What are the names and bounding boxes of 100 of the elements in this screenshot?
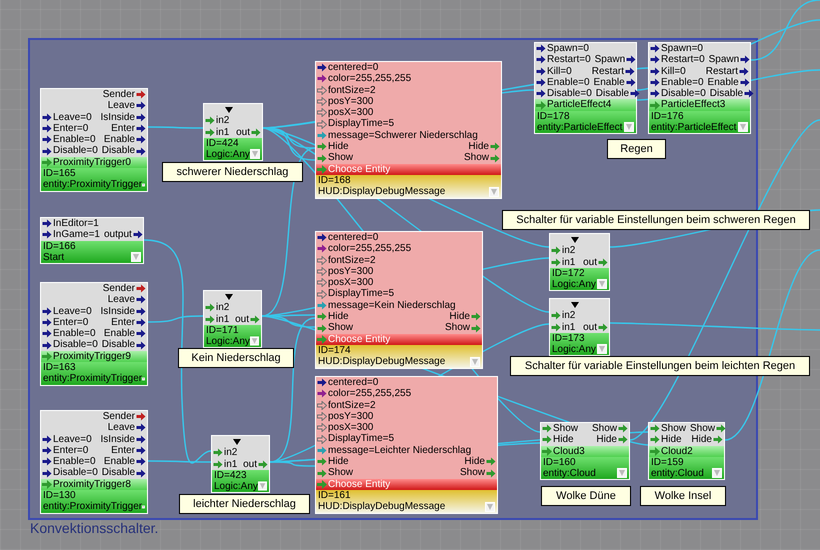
port-arrow-icon[interactable] xyxy=(630,89,640,98)
flow-node[interactable]: InEditor=1 InGame=1 output ID=166 Start xyxy=(40,217,144,264)
port-label: out xyxy=(243,458,257,470)
entity-row[interactable]: ProximityTrigger8 xyxy=(41,478,147,490)
triangle-icon[interactable] xyxy=(233,438,241,445)
collapse-icon[interactable] xyxy=(597,279,607,290)
node-id: ID=423 xyxy=(214,470,248,482)
entity-row[interactable]: Choose Entity xyxy=(316,334,482,345)
port-arrow-icon[interactable] xyxy=(136,468,146,478)
comment-box[interactable]: Schalter für variable Einstellungen beim leichten Regen xyxy=(510,356,810,376)
flow-node[interactable]: centered=0 color=255,255,255 fontSize=2 posY=300 posX=300 DisplayTime=5 message=Leichter Niederschlag Hide Hide Show Show Choose Entity ID=161 HUD:DisplayDebugMessage xyxy=(315,376,498,514)
flow-node[interactable]: centered=0 color=255,255,255 fontSize=2 posY=300 posX=300 DisplayTime=5 message=Kein Niederschlag Hide Hide Show Show Choose Entity ID=174 HUD:DisplayDebugMessage xyxy=(315,231,483,369)
triangle-icon[interactable] xyxy=(225,294,233,300)
collapse-icon[interactable] xyxy=(131,252,141,262)
port-label: IsInside xyxy=(100,112,135,123)
flow-node[interactable]: centered=0 color=255,255,255 fontSize=2 posY=300 posX=300 DisplayTime=5 message=Schwerer Niederschlag Hide Hide Show Show Choose Entity ID=168 HUD:DisplayDebugMessage xyxy=(315,61,502,199)
port-label: Enable=0 xyxy=(547,76,590,88)
comment-box[interactable]: Wolke Insel xyxy=(640,486,726,506)
port-label: Disable=0 xyxy=(661,88,706,100)
port-arrow-icon[interactable] xyxy=(740,78,750,88)
entity-name: Cloud2 xyxy=(661,446,693,457)
comment-box[interactable]: Kein Niederschlag xyxy=(178,348,294,368)
flow-node[interactable]: in2 in1 out ID=172 Logic:Any xyxy=(549,233,610,292)
entity-row[interactable]: Choose Entity xyxy=(316,478,497,490)
entity-row[interactable]: Choose Entity xyxy=(316,164,501,175)
entity-row[interactable]: Cloud3 xyxy=(541,446,629,457)
collapse-icon[interactable] xyxy=(250,336,259,346)
collapse-icon[interactable] xyxy=(485,502,495,512)
flow-node[interactable]: Sender Leave Leave=0 IsInside Enter=0 Enter Enable=0 Enable Disable=0 Disable ProximityTrigger8 ID=130 entity:ProximityTrigger xyxy=(40,410,148,514)
port-label: Leave xyxy=(108,422,135,434)
port-label: Restart=0 xyxy=(547,54,591,66)
port-label: posX=300 xyxy=(328,107,374,118)
comment-box[interactable]: Wolke Düne xyxy=(541,486,631,506)
flow-node[interactable]: in2 in1 out ID=171 Logic:Any xyxy=(203,290,262,348)
port-label: Kill=0 xyxy=(547,66,572,77)
port-label: in2 xyxy=(216,115,230,127)
flow-node[interactable]: Show Show Hide Hide Cloud3 ID=160 entity:Cloud xyxy=(540,422,630,480)
port-arrow-icon[interactable] xyxy=(132,230,143,240)
comment-box[interactable]: leichter Niederschlag xyxy=(179,494,310,514)
port-label: posY=300 xyxy=(328,266,374,278)
flow-node[interactable]: in2 in1 out ID=424 Logic:Any xyxy=(203,103,263,162)
entity-name: Choose Entity xyxy=(328,164,390,175)
flow-node[interactable]: in2 in1 out ID=173 Logic:Any xyxy=(549,298,610,356)
port-label: message=Schwerer Niederschlag xyxy=(328,130,478,142)
entity-row[interactable]: ProximityTrigger0 xyxy=(41,156,147,168)
port-label: message=Kein Niederschlag xyxy=(328,300,456,312)
port-arrow-icon[interactable] xyxy=(626,78,636,88)
port-arrow-icon[interactable] xyxy=(626,55,636,64)
flow-node[interactable]: Spawn=0 Restart=0 Spawn Kill=0 Restart Enable=0 Enable Disable=0 Disable ParticleEffect3 ID=176 entity:ParticleEffect xyxy=(648,42,751,134)
collapse-icon[interactable] xyxy=(258,481,267,492)
flow-node[interactable]: in2 in1 out ID=423 Logic:Any xyxy=(211,435,270,494)
port-label: Enable xyxy=(708,76,739,88)
collapse-icon[interactable] xyxy=(250,149,260,160)
triangle-icon[interactable] xyxy=(571,236,579,243)
collapse-icon[interactable] xyxy=(489,186,499,197)
collapse-icon[interactable] xyxy=(597,344,607,354)
entity-row[interactable]: ParticleEffect3 xyxy=(649,99,750,111)
collapse-icon[interactable] xyxy=(624,122,634,132)
port-label: Sender xyxy=(102,411,135,422)
comment-box[interactable]: schwerer Niederschlag xyxy=(162,162,303,182)
comment-box[interactable]: Regen xyxy=(607,139,666,159)
port-label: Enable=0 xyxy=(53,328,96,340)
entity-name: ProximityTrigger9 xyxy=(53,350,131,362)
node-type: Start xyxy=(43,252,66,264)
port-label: Spawn=0 xyxy=(661,43,703,54)
port-arrow-icon[interactable] xyxy=(136,146,146,156)
entity-row[interactable]: Cloud2 xyxy=(649,446,724,457)
port-arrow-icon[interactable] xyxy=(136,340,146,350)
port-label: Hide xyxy=(328,456,349,468)
port-label: DisplayTime=5 xyxy=(328,433,394,445)
port-arrow-icon[interactable] xyxy=(739,66,749,76)
connection-line xyxy=(148,126,203,129)
triangle-icon[interactable] xyxy=(225,106,233,113)
node-type: HUD:DisplayDebugMessage xyxy=(318,501,446,513)
entity-name: Choose Entity xyxy=(328,478,390,490)
port-label: Leave=0 xyxy=(53,112,92,123)
port-label: Disable xyxy=(596,88,630,100)
flow-node[interactable]: Spawn=0 Restart=0 Spawn Kill=0 Restart Enable=0 Enable Disable=0 Disable ParticleEffect4 ID=178 entity:ParticleEffect xyxy=(534,42,637,134)
entity-row[interactable]: ParticleEffect4 xyxy=(535,99,636,111)
collapse-icon[interactable] xyxy=(738,122,748,132)
triangle-icon[interactable] xyxy=(571,302,579,308)
entity-row[interactable]: ProximityTrigger9 xyxy=(41,350,147,362)
collapse-icon[interactable] xyxy=(617,468,627,478)
node-type: HUD:DisplayDebugMessage xyxy=(318,186,446,198)
collapse-icon[interactable] xyxy=(470,356,480,367)
node-id: ID=168 xyxy=(318,174,352,186)
collapse-icon[interactable] xyxy=(712,468,722,478)
comment-box[interactable]: Schalter für variable Einstellungen beim schweren Regen xyxy=(502,210,810,230)
port-arrow-icon[interactable] xyxy=(740,55,750,64)
flow-node[interactable]: Show Show Hide Hide Cloud2 ID=159 entity:Cloud xyxy=(648,422,725,480)
flow-node[interactable]: Sender Leave Leave=0 IsInside Enter=0 Enter Enable=0 Enable Disable=0 Disable ProximityTrigger0 ID=165 entity:ProximityTrigger xyxy=(40,88,148,192)
port-label: Enable xyxy=(594,76,625,88)
port-label: out xyxy=(583,256,597,268)
port-arrow-icon[interactable] xyxy=(744,89,754,98)
entity-name: ProximityTrigger0 xyxy=(53,156,131,168)
flow-node[interactable]: Sender Leave Leave=0 IsInside Enter=0 Enter Enable=0 Enable Disable=0 Disable ProximityTrigger9 ID=163 entity:ProximityTrigger xyxy=(40,282,148,386)
port-arrow-icon[interactable] xyxy=(625,66,635,76)
port-label: Show xyxy=(464,152,489,164)
port-label: Show xyxy=(328,467,354,479)
node-id: ID=130 xyxy=(43,490,77,502)
